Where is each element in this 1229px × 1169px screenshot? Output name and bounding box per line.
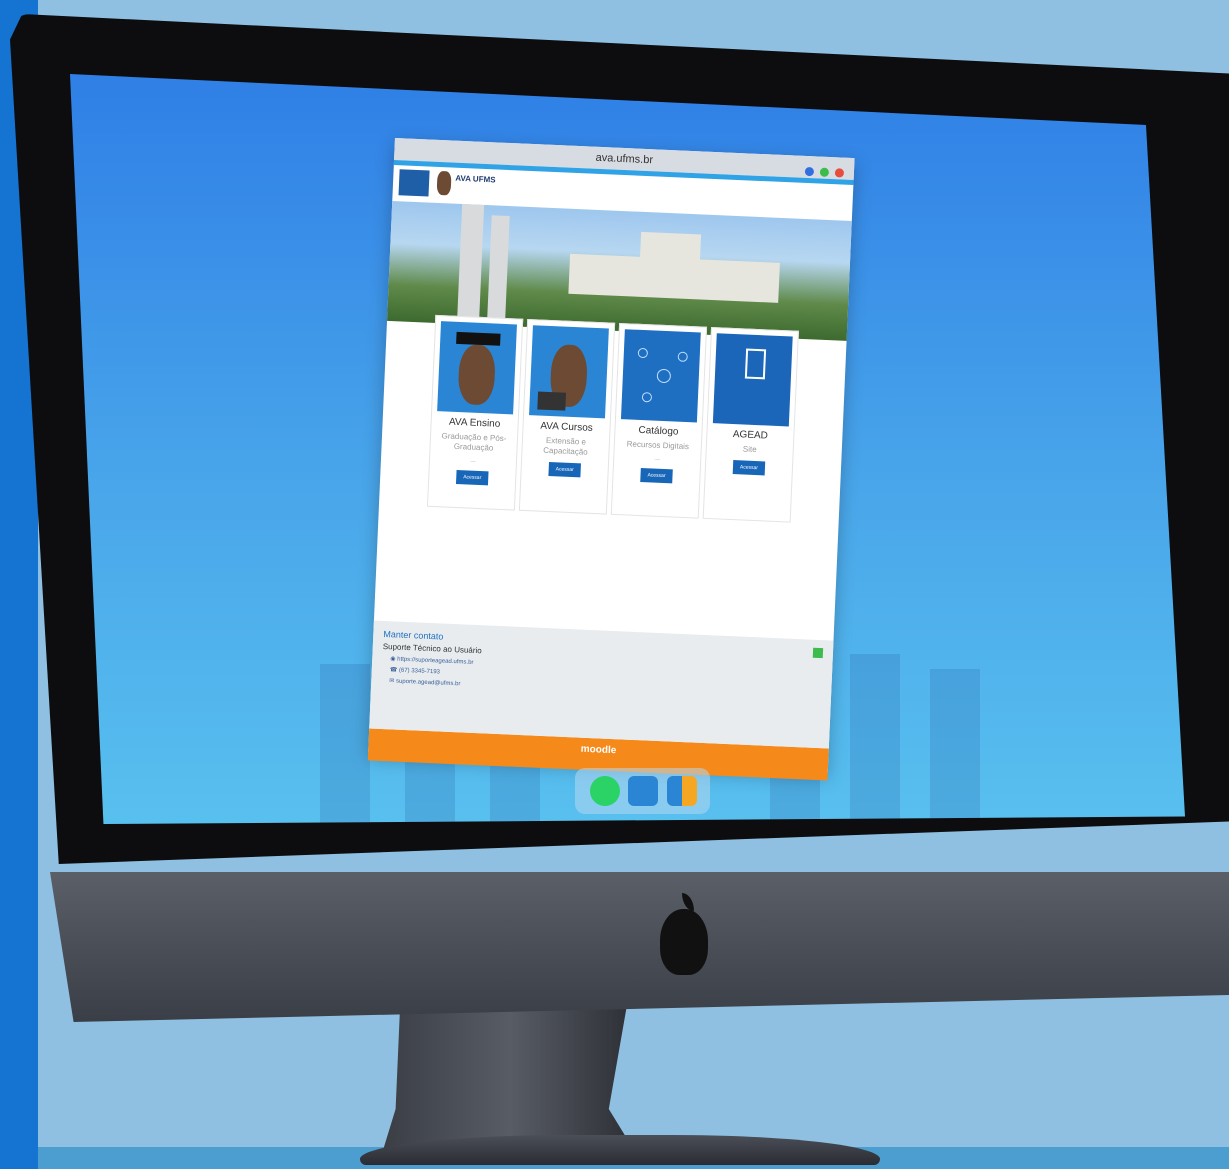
taskbar-dock xyxy=(575,768,710,814)
access-button-ensino[interactable]: Acessar xyxy=(455,470,489,486)
address-bar[interactable]: ava.ufms.br xyxy=(595,152,653,166)
window-dot-red[interactable] xyxy=(834,168,845,178)
building-shape xyxy=(456,203,485,325)
card-subtitle: Site xyxy=(742,444,757,455)
card-ava-cursos[interactable]: AVA Cursos Extensão e Capacitação Acessa… xyxy=(518,318,616,515)
learning-app-icon[interactable] xyxy=(667,776,697,806)
card-title: AGEAD xyxy=(732,429,769,442)
card-title: Catálogo xyxy=(638,424,679,438)
building-shape xyxy=(639,231,702,265)
background-bar xyxy=(930,669,980,824)
card-agead[interactable]: AGEAD Site Acessar xyxy=(702,326,799,523)
mascot-small-icon xyxy=(436,170,452,196)
window-dot-green[interactable] xyxy=(819,167,830,177)
card-subtitle: Extensão e Capacitação xyxy=(543,435,588,457)
support-email-text[interactable]: suporte.agead@ufms.br xyxy=(396,679,461,688)
whatsapp-icon[interactable] xyxy=(590,776,620,806)
card-note-line: — xyxy=(654,456,660,463)
agead-logo-icon xyxy=(712,333,793,427)
brand-name: AVA UFMS xyxy=(455,173,496,185)
network-icon xyxy=(620,329,701,423)
card-subtitle: Graduação e Pós-Graduação xyxy=(441,431,507,453)
monitor-stand-foot xyxy=(360,1135,880,1165)
mascot-laptop-icon xyxy=(529,325,609,419)
card-title: AVA Ensino xyxy=(448,416,501,430)
back-to-top-button[interactable] xyxy=(812,647,824,659)
background-bar xyxy=(320,664,370,824)
access-button-catalogo[interactable]: Acessar xyxy=(640,468,673,484)
background-bar xyxy=(850,654,900,824)
contact-section: Manter contato Suporte Técnico ao Usuári… xyxy=(369,620,834,749)
ava-app-icon[interactable] xyxy=(628,776,658,806)
window-dot-blue[interactable] xyxy=(804,166,814,177)
card-ava-ensino[interactable]: AVA Ensino Graduação e Pós-Graduação — A… xyxy=(426,314,524,511)
building-shape xyxy=(486,215,510,326)
apple-logo-icon xyxy=(660,893,708,975)
support-url-text[interactable]: https://suporteagead.ufms.br xyxy=(397,657,474,666)
support-phone-text[interactable]: (67) 3345-7193 xyxy=(399,668,440,676)
mascot-graduate-icon xyxy=(437,321,517,415)
access-button-agead[interactable]: Acessar xyxy=(732,460,766,476)
ufms-logo[interactable] xyxy=(398,169,430,197)
monitor-chin xyxy=(50,872,1229,1022)
access-button-cursos[interactable]: Acessar xyxy=(548,462,582,478)
browser-window[interactable]: ava.ufms.br AVA UFMS AVA Ensino Graduaçã… xyxy=(367,138,855,781)
card-subtitle: Recursos Digitais xyxy=(626,439,690,452)
card-note-line: — xyxy=(470,458,476,465)
card-grid: AVA Ensino Graduação e Pós-Graduação — A… xyxy=(374,314,847,641)
card-title: AVA Cursos xyxy=(540,420,593,434)
card-catalogo[interactable]: Catálogo Recursos Digitais — Acessar xyxy=(610,322,708,519)
moodle-logo[interactable]: moodle xyxy=(580,744,616,757)
